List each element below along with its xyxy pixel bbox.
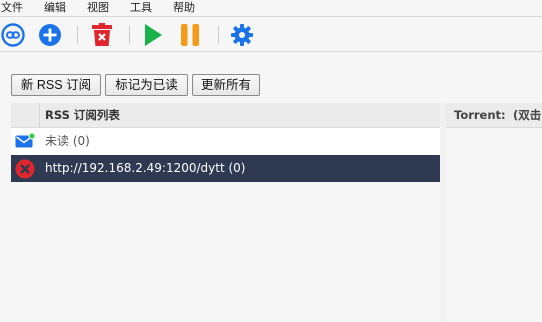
torrent-list-header: Torrent: (双击 [446,103,542,128]
error-icon [15,159,35,179]
feed-list-header: RSS 订阅列表 [11,103,440,128]
new-rss-subscription-button[interactable]: 新 RSS 订阅 [11,74,101,96]
update-all-button[interactable]: 更新所有 [192,74,260,96]
mark-as-read-button[interactable]: 标记为已读 [105,74,188,96]
pause-icon [181,24,199,46]
menu-bar: 文件 编辑 视图 工具 帮助 [0,0,542,16]
trash-icon [92,23,112,46]
add-torrent-link-button[interactable] [0,22,26,48]
delete-button[interactable] [89,22,115,48]
column-divider[interactable] [39,103,40,128]
add-torrent-button[interactable] [37,22,63,48]
link-icon [1,23,25,47]
toolbar-separator [218,26,219,44]
pause-button[interactable] [177,22,203,48]
feed-item-unread[interactable]: 未读 (0) [11,128,440,155]
toolbar-separator [77,26,78,44]
menu-tools[interactable]: 工具 [129,0,154,16]
toolbar [0,16,542,52]
plus-circle-icon [39,24,61,46]
feed-item-label: 未读 (0) [45,134,90,148]
toolbar-separator [129,26,130,44]
torrent-header-title: Torrent: [454,108,506,122]
play-icon [145,24,162,46]
menu-file[interactable]: 文件 [0,0,25,16]
menu-view[interactable]: 视图 [86,0,111,16]
feed-item-dytt[interactable]: http://192.168.2.49:1200/dytt (0) [11,155,440,182]
resume-button[interactable] [140,22,166,48]
settings-button[interactable] [229,22,255,48]
rss-feed-list: RSS 订阅列表 未读 (0) http://192.168.2.49:1200… [11,103,440,322]
menu-help[interactable]: 帮助 [172,0,197,16]
menu-edit[interactable]: 编辑 [43,0,68,16]
feed-item-label: http://192.168.2.49:1200/dytt (0) [45,161,246,175]
gear-icon [231,24,253,46]
torrent-list-panel: Torrent: (双击 [446,103,542,322]
torrent-header-hint: (双击 [513,108,542,122]
feed-list-title: RSS 订阅列表 [45,108,120,122]
mail-icon [15,132,35,148]
